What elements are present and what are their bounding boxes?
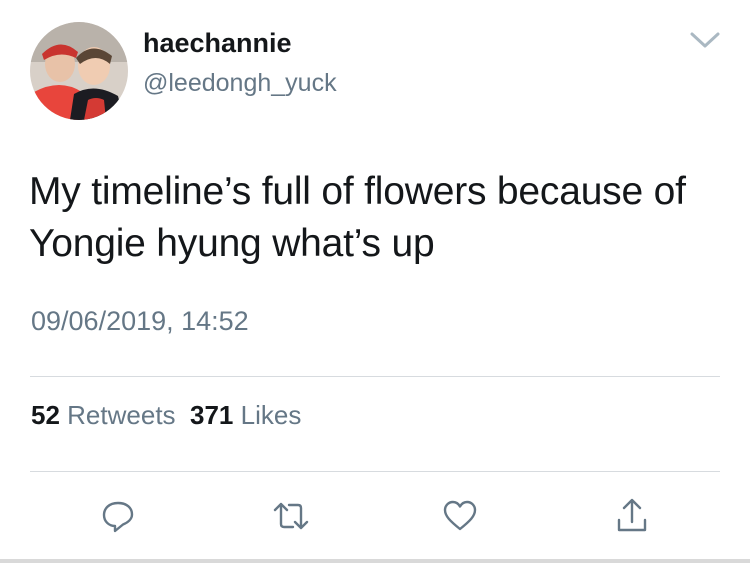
reply-icon[interactable]: [98, 496, 138, 536]
retweets-stat[interactable]: 52 Retweets: [31, 400, 176, 430]
bottom-border: [0, 559, 750, 563]
likes-label: Likes: [240, 400, 302, 430]
divider: [30, 376, 720, 377]
user-handle[interactable]: @leedongh_yuck: [143, 69, 337, 98]
display-name[interactable]: haechannie: [143, 28, 292, 59]
retweet-icon[interactable]: [271, 496, 311, 536]
likes-count: 371: [190, 400, 234, 430]
tweet-text: My timeline’s full of flowers because of…: [29, 170, 686, 265]
tweet-timestamp[interactable]: 09/06/2019, 14:52: [31, 306, 249, 337]
likes-stat[interactable]: 371 Likes: [190, 400, 301, 430]
divider: [30, 471, 720, 472]
avatar[interactable]: [30, 22, 128, 120]
heart-icon[interactable]: [440, 496, 480, 536]
share-icon[interactable]: [612, 496, 652, 536]
chevron-down-icon[interactable]: [687, 28, 723, 52]
tweet-card: haechannie @leedongh_yuck My timeline’s …: [0, 0, 750, 563]
tweet-stats: 52 Retweets 371 Likes: [31, 400, 301, 431]
retweets-count: 52: [31, 400, 60, 430]
retweets-label: Retweets: [67, 400, 176, 430]
avatar-photo: [30, 22, 128, 120]
